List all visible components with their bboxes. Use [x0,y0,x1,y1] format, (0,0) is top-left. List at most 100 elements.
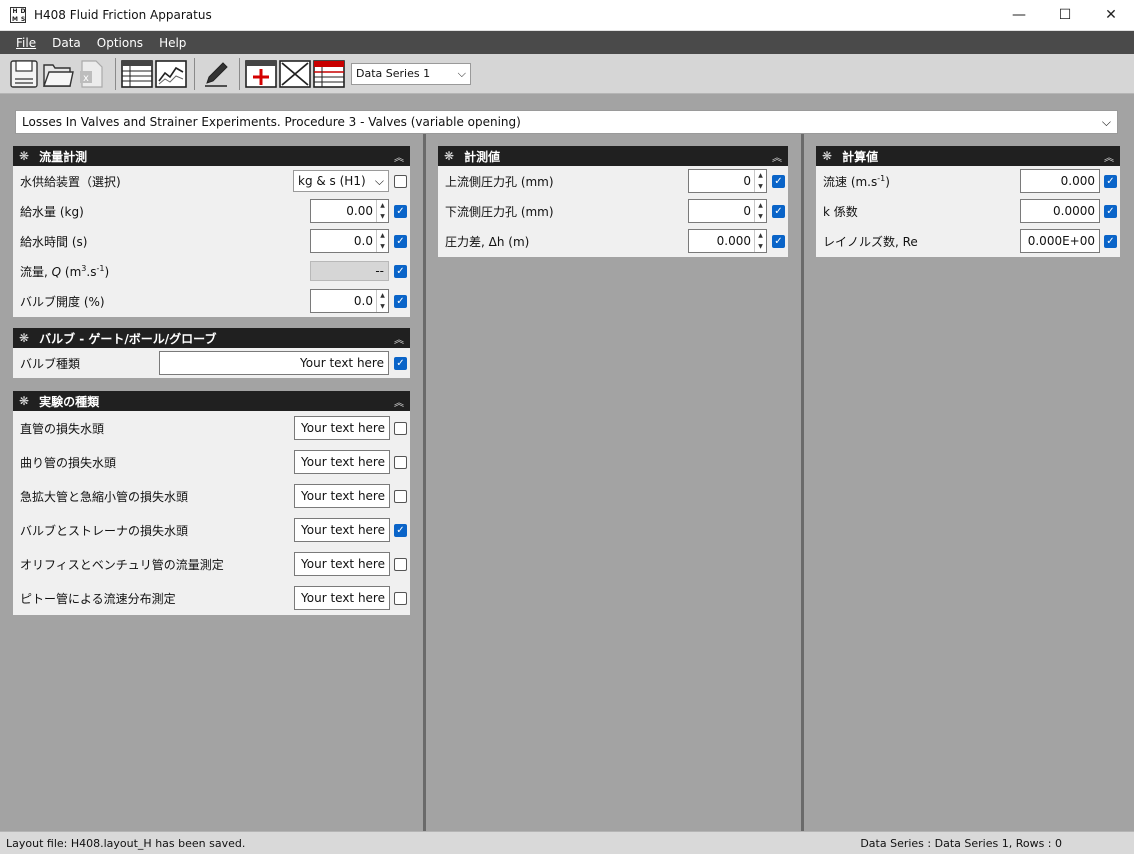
spin-up-icon[interactable]: ▲ [377,230,388,241]
record-checkbox[interactable]: ✓ [772,204,785,218]
field-row: 直管の損失水頭 Your text here [13,411,410,445]
record-checkbox[interactable]: ✓ [1104,234,1117,248]
spin-down-icon[interactable]: ▼ [377,301,388,312]
collapse-icon[interactable]: ︽ [772,149,782,164]
spin-up-icon[interactable]: ▲ [377,200,388,211]
spin-down-icon[interactable]: ▼ [755,211,766,222]
menu-help[interactable]: Help [151,36,194,50]
menu-data[interactable]: Data [44,36,89,50]
open-button[interactable] [42,58,74,90]
collapse-icon[interactable]: ︽ [394,149,404,164]
minimize-button[interactable]: — [996,0,1042,31]
delete-row-button[interactable] [279,58,311,90]
record-checkbox[interactable]: ✓ [394,356,407,370]
experiment-text-input[interactable]: Your text here [294,416,390,440]
experiment-text-input[interactable]: Your text here [294,586,390,610]
input-value: 0.00 [346,204,373,218]
spin-down-icon[interactable]: ▼ [377,241,388,252]
record-checkbox[interactable]: ✓ [394,294,407,308]
gear-icon[interactable]: ❋ [19,394,29,408]
series-table-icon [313,59,345,88]
record-checkbox[interactable]: ✓ [394,264,407,278]
pressure-difference-input[interactable]: 0.000 ▲ ▼ [688,229,767,253]
record-checkbox[interactable] [394,591,407,605]
record-checkbox[interactable]: ✓ [1104,204,1117,218]
gear-icon[interactable]: ❋ [19,331,29,345]
toolbar-separator [115,57,116,90]
menu-options[interactable]: Options [89,36,151,50]
export-excel-button[interactable]: x [76,58,108,90]
water-mass-input[interactable]: 0.00 ▲ ▼ [310,199,389,223]
data-series-select[interactable]: Data Series 1 ⌵ [351,62,471,85]
spin-buttons[interactable]: ▲ ▼ [376,290,388,312]
gear-icon[interactable]: ❋ [822,149,832,163]
experiment-text-input[interactable]: Your text here [294,484,390,508]
spin-up-icon[interactable]: ▲ [755,230,766,241]
chevron-down-icon: ⌵ [457,66,466,80]
column-divider[interactable] [801,134,804,831]
record-checkbox[interactable] [394,174,407,188]
check-icon: ✓ [396,235,405,247]
spin-buttons[interactable]: ▲ ▼ [754,200,766,222]
field-row: 圧力差, Δh (m) 0.000 ▲ ▼ ✓ [438,226,788,256]
record-checkbox[interactable] [394,557,407,571]
graph-view-button[interactable] [155,58,187,90]
record-checkbox[interactable]: ✓ [394,523,407,537]
collapse-icon[interactable]: ︽ [394,331,404,346]
spin-down-icon[interactable]: ▼ [755,241,766,252]
field-row: ピトー管による流速分布測定 Your text here [13,581,410,615]
collapse-icon[interactable]: ︽ [394,394,404,409]
gear-icon[interactable]: ❋ [444,149,454,163]
input-value: 0 [743,204,751,218]
upstream-pressure-input[interactable]: 0 ▲ ▼ [688,169,767,193]
field-label: オリフィスとベンチュリ管の流量測定 [20,557,224,572]
water-supply-select[interactable]: kg & s (H1) ⌵ [293,170,389,192]
spin-up-icon[interactable]: ▲ [377,290,388,301]
experiment-text-input[interactable]: Your text here [294,552,390,576]
excel-file-icon: x [80,59,103,88]
experiment-text-input[interactable]: Your text here [294,450,390,474]
downstream-pressure-input[interactable]: 0 ▲ ▼ [688,199,767,223]
spin-down-icon[interactable]: ▼ [377,211,388,222]
table-view-button[interactable] [121,58,153,90]
k-factor-readout: 0.0000 [1020,199,1100,223]
valve-opening-input[interactable]: 0.0 ▲ ▼ [310,289,389,313]
procedure-select[interactable]: Losses In Valves and Strainer Experiment… [15,110,1118,134]
add-row-button[interactable] [245,58,277,90]
spin-down-icon[interactable]: ▼ [755,181,766,192]
toolbar-separator [194,57,195,90]
flow-measurement-panel: ❋ 流量計測 ︽ 水供給装置（選択) kg & s (H1) ⌵ 給水量 (kg… [13,146,410,317]
water-time-input[interactable]: 0.0 ▲ ▼ [310,229,389,253]
panel-title: 計算値 [842,149,879,164]
valve-type-input[interactable]: Your text here [159,351,389,375]
field-label: バルブ種類 [20,356,81,371]
spin-buttons[interactable]: ▲ ▼ [376,230,388,252]
close-button[interactable]: ✕ [1088,0,1134,31]
spin-up-icon[interactable]: ▲ [755,200,766,211]
record-checkbox[interactable]: ✓ [772,174,785,188]
record-checkbox[interactable] [394,421,407,435]
record-checkbox[interactable]: ✓ [394,234,407,248]
save-button[interactable] [8,58,40,90]
edit-button[interactable] [200,58,232,90]
experiment-text-input[interactable]: Your text here [294,518,390,542]
record-checkbox[interactable]: ✓ [772,234,785,248]
maximize-button[interactable]: ☐ [1042,0,1088,31]
menu-file[interactable]: File [8,36,44,50]
panel-header: ❋ 実験の種類 ︽ [13,391,410,411]
field-row: 上流側圧力孔 (mm) 0 ▲ ▼ ✓ [438,166,788,196]
spin-up-icon[interactable]: ▲ [755,170,766,181]
record-checkbox[interactable]: ✓ [1104,174,1117,188]
spin-buttons[interactable]: ▲ ▼ [754,170,766,192]
record-checkbox[interactable] [394,455,407,469]
spin-buttons[interactable]: ▲ ▼ [754,230,766,252]
record-checkbox[interactable] [394,489,407,503]
collapse-icon[interactable]: ︽ [1104,149,1114,164]
series-table-button[interactable] [313,58,345,90]
gear-icon[interactable]: ❋ [19,149,29,163]
spin-buttons[interactable]: ▲ ▼ [376,200,388,222]
check-icon: ✓ [396,357,405,369]
field-row: 流量, Q (m3.s-1) -- ✓ [13,256,410,286]
column-divider[interactable] [423,134,426,831]
record-checkbox[interactable]: ✓ [394,204,407,218]
